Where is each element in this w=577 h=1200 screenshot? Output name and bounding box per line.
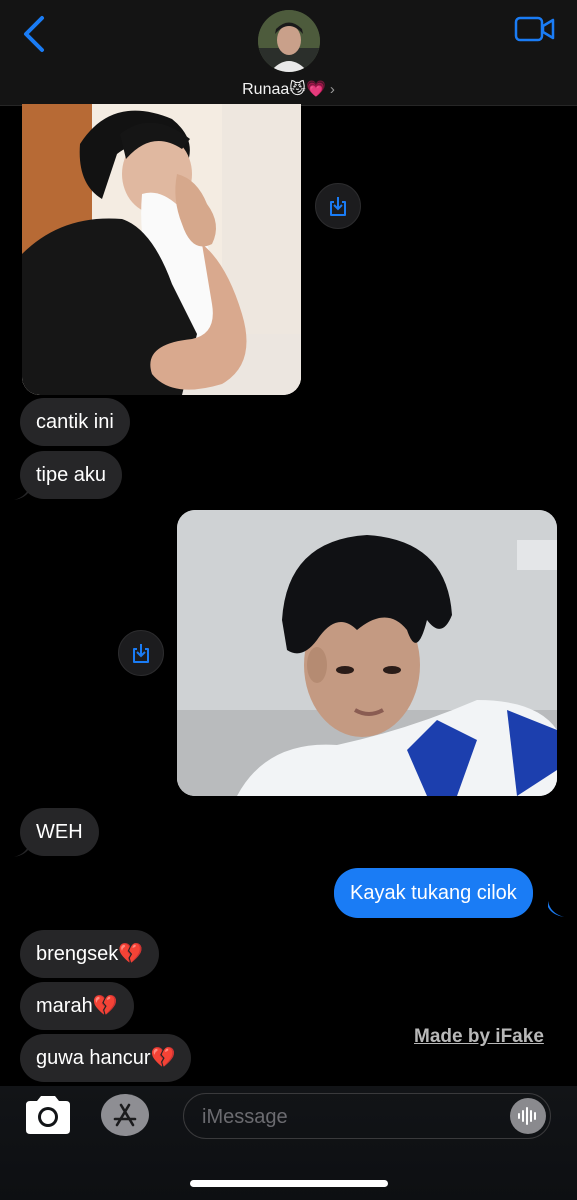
message-input-placeholder: iMessage xyxy=(202,1106,288,1128)
contact-name-text: Runaa😼💗 xyxy=(242,81,326,98)
app-store-icon xyxy=(113,1103,137,1127)
message-bubble-incoming[interactable]: marah💔 xyxy=(20,982,134,1030)
chevron-left-icon[interactable] xyxy=(18,14,52,54)
download-icon xyxy=(133,644,149,663)
watermark: Made by iFake xyxy=(414,1026,544,1047)
message-image-selfie[interactable] xyxy=(177,510,557,796)
conversation-header: Runaa😼💗 › xyxy=(0,0,577,106)
message-image-pillow[interactable] xyxy=(22,104,301,395)
app-store-button[interactable] xyxy=(101,1094,149,1136)
audio-record-button[interactable] xyxy=(510,1098,546,1134)
message-bubble-incoming[interactable]: WEH xyxy=(20,808,99,856)
contact-name[interactable]: Runaa😼💗 › xyxy=(0,79,577,99)
message-input[interactable]: iMessage xyxy=(183,1093,551,1139)
bubble-tail xyxy=(14,484,30,500)
message-bubble-incoming[interactable]: cantik ini xyxy=(20,398,130,446)
message-bubble-incoming[interactable]: brengsek💔 xyxy=(20,930,160,978)
message-bubble-incoming[interactable]: guwa hancur💔 xyxy=(20,1034,192,1082)
bubble-tail xyxy=(548,901,564,917)
message-bubble-outgoing[interactable]: Kayak tukang cilok xyxy=(334,868,533,918)
save-image-button[interactable] xyxy=(118,630,164,676)
home-indicator xyxy=(190,1180,388,1187)
message-bubble-incoming[interactable]: tipe aku xyxy=(20,451,123,499)
audio-waveform-icon xyxy=(518,1107,536,1125)
bubble-tail xyxy=(14,841,30,857)
download-icon xyxy=(330,197,346,216)
camera-icon[interactable] xyxy=(22,1093,74,1137)
avatar[interactable] xyxy=(258,10,320,72)
save-image-button[interactable] xyxy=(315,183,361,229)
video-camera-icon[interactable] xyxy=(514,14,556,44)
chevron-right-icon: › xyxy=(329,81,335,98)
